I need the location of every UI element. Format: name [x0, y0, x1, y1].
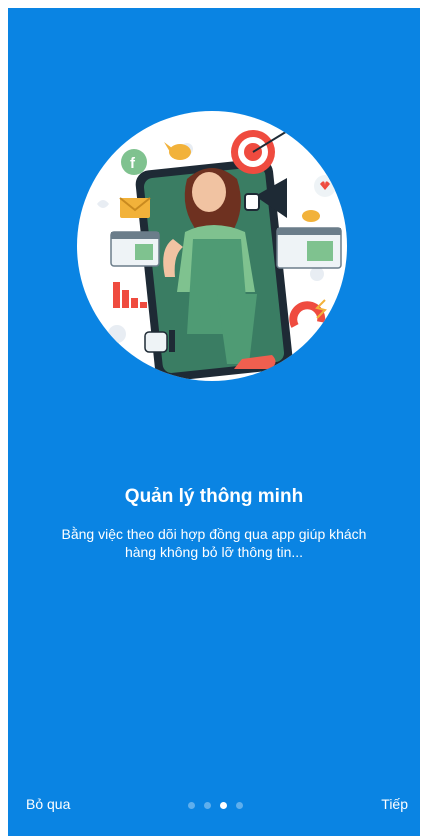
page-indicator [188, 802, 243, 809]
thumbs-up-icon [144, 330, 175, 353]
next-button[interactable]: Tiếp [381, 796, 408, 812]
skip-button[interactable]: Bỏ qua [26, 796, 70, 812]
bird-icon [302, 210, 320, 222]
onboarding-description: Bằng việc theo dõi hợp đồng qua app giúp… [61, 526, 367, 560]
page-dot-active[interactable] [220, 802, 227, 809]
onboarding-title: Quản lý thông minh [124, 486, 304, 507]
page-dot[interactable] [188, 802, 195, 809]
onboarding-illustration: f [77, 111, 347, 381]
facebook-icon: f [121, 149, 147, 175]
page-dot[interactable] [204, 802, 211, 809]
heart-bubble-icon [314, 175, 336, 197]
page-dot[interactable] [236, 802, 243, 809]
browser-window-icon [276, 227, 342, 269]
browser-window-icon [110, 231, 160, 267]
onboarding-screen: f Quản lý thông minh Bằng việc theo dõi … [8, 8, 420, 836]
mail-icon [119, 197, 151, 218]
